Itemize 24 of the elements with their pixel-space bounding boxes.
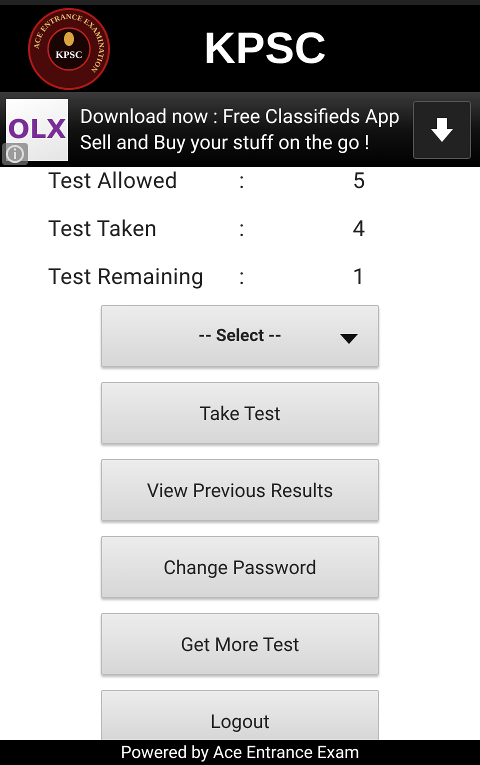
ad-headline[interactable]: Download now : Free Classifieds App <box>80 104 413 130</box>
stat-value: 5 <box>352 168 366 194</box>
action-button[interactable]: View Previous Results <box>101 459 379 521</box>
download-button[interactable] <box>413 100 471 158</box>
stat-label: Test Remaining <box>48 264 205 290</box>
action-button[interactable]: Change Password <box>101 536 379 598</box>
download-icon <box>431 118 453 142</box>
stat-colon: : <box>239 216 246 242</box>
stat-label: Test Taken <box>48 216 158 242</box>
stat-label: Test Allowed <box>48 168 179 194</box>
footer-text: Powered by Ace Entrance Exam <box>0 740 480 765</box>
app-title: KPSC <box>202 24 328 74</box>
stat-colon: : <box>239 264 246 290</box>
action-button[interactable]: Logout <box>101 690 379 740</box>
ad-tagline[interactable]: Sell and Buy your stuff on the go ! <box>80 130 413 156</box>
stat-value: 1 <box>352 264 366 290</box>
stat-value: 4 <box>352 216 366 242</box>
info-icon[interactable] <box>2 143 28 165</box>
action-button[interactable]: Get More Test <box>101 613 379 675</box>
action-button[interactable]: Take Test <box>101 382 379 444</box>
dropdown-arrow-icon <box>340 334 358 344</box>
select-dropdown[interactable]: -- Select -- <box>101 305 379 367</box>
ad-logo[interactable]: OLX <box>6 98 68 160</box>
stat-colon: : <box>239 168 246 194</box>
